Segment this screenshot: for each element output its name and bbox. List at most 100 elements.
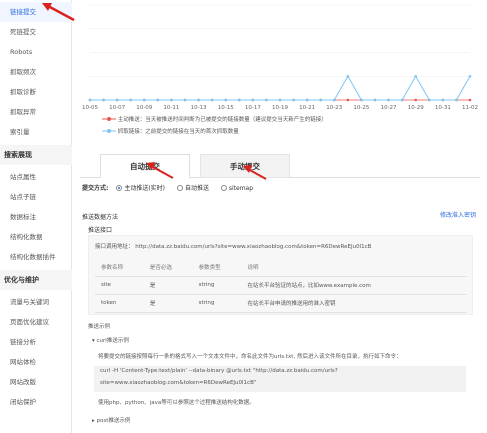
sidebar-item-structured-data[interactable]: 结构化数据 bbox=[0, 227, 72, 247]
data-point bbox=[278, 98, 282, 102]
data-point bbox=[251, 98, 255, 102]
api-url: 接口调用地址： http://data.zz.baidu.com/urls?si… bbox=[95, 244, 372, 250]
sidebar-item-site-revision[interactable]: 网站改版 bbox=[0, 372, 72, 392]
sidebar-item-structured-data-plugin[interactable]: 结构化数据插件 bbox=[0, 247, 72, 267]
legend-label-crawl: 抓取链接：之前提交的链接在当天的首次抓取数量 bbox=[117, 129, 239, 135]
legend-marker-blue bbox=[102, 129, 116, 133]
api-box: 接口调用地址： http://data.zz.baidu.com/urls?si… bbox=[88, 235, 473, 315]
table-cell: token bbox=[95, 294, 144, 313]
modify-key-link[interactable]: 修改准入密钥 bbox=[440, 210, 476, 219]
table-cell: 是 bbox=[143, 276, 193, 295]
legend-item-crawl: 抓取链接：之前提交的链接在当天的首次抓取数量 bbox=[102, 127, 239, 135]
legend-item-push: 主动推送：当天被推送时间判断为已被提交的链接数量（建议提交当天新产生的链接） bbox=[102, 115, 327, 123]
data-point bbox=[170, 98, 173, 102]
sidebar-item-dead-link[interactable]: 死链提交 bbox=[0, 22, 72, 42]
sidebar-item-crawl-frequency[interactable]: 抓取频次 bbox=[0, 62, 72, 82]
submit-mode-row: 提交方式: 主动推送(实时) 自动推送 sitemap bbox=[82, 183, 263, 197]
table-cell: string bbox=[192, 294, 242, 313]
x-tick-label: 10-31 bbox=[435, 105, 451, 111]
push-api-title: 推送接口 bbox=[88, 227, 113, 234]
sidebar-item-site-checkup[interactable]: 网站体检 bbox=[0, 352, 72, 372]
radio-icon bbox=[220, 185, 227, 191]
submit-mode-label: 提交方式: bbox=[82, 185, 109, 192]
data-point bbox=[102, 98, 105, 102]
table-row: token 是 string 在站长平台申请的推送用的准入密钥 bbox=[95, 294, 467, 313]
annotation-arrow bbox=[146, 162, 174, 179]
sidebar-item-site-close-protect[interactable]: 闭站保护 bbox=[0, 392, 72, 412]
data-point bbox=[156, 98, 160, 102]
data-point bbox=[400, 98, 404, 102]
data-point bbox=[129, 98, 133, 102]
series-line-1 bbox=[90, 75, 471, 101]
data-point bbox=[305, 98, 309, 102]
radio-icon bbox=[176, 185, 183, 191]
legend-label-push: 主动推送：当天被推送时间判断为已被提交的链接数量（建议提交当天新产生的链接） bbox=[117, 117, 327, 123]
sidebar-item-crawl-errors[interactable]: 抓取异常 bbox=[0, 102, 72, 122]
data-point bbox=[414, 74, 418, 78]
sidebar-group-search-display: 搜索展现 bbox=[0, 145, 72, 165]
data-point bbox=[142, 98, 146, 102]
example-note: 使用php、python、java等可以参照这个过程推送结构化数据。 bbox=[98, 400, 255, 406]
data-point bbox=[455, 98, 458, 102]
x-tick-label: 10-23 bbox=[326, 105, 342, 111]
radio-icon bbox=[116, 185, 123, 191]
x-tick-label: 10-21 bbox=[299, 105, 315, 111]
data-point bbox=[197, 98, 200, 102]
data-point bbox=[224, 98, 228, 102]
example-desc: 将要提交的链接按照每行一条的格式写入一个文本文件中，命名此文件为urls.txt… bbox=[98, 354, 402, 360]
data-point bbox=[346, 98, 350, 102]
data-point bbox=[265, 98, 268, 102]
table-header: 是否必选 bbox=[143, 258, 193, 277]
radio-active-push[interactable]: 主动推送(实时) bbox=[116, 185, 175, 192]
data-point bbox=[292, 98, 295, 102]
code-line-1: curl -H 'Content-Type:text/plain' --data… bbox=[100, 368, 338, 374]
sidebar-item-data-annotation[interactable]: 数据标注 bbox=[0, 207, 72, 227]
sidebar-item-site-properties[interactable]: 站点属性 bbox=[0, 167, 72, 187]
chart-svg: 10-05 10-07 10-09 10-11 10-13 10-15 10-17 10-19… bbox=[82, 4, 478, 111]
table-header: 参数类型 bbox=[192, 258, 242, 277]
x-tick-label: 10-11 bbox=[163, 105, 179, 111]
data-point bbox=[414, 98, 418, 102]
data-point bbox=[332, 98, 336, 102]
curl-example-toggle[interactable]: ▾ curl推送示例 bbox=[92, 336, 129, 344]
x-tick-label: 11-02 bbox=[462, 105, 478, 111]
x-tick-label: 10-09 bbox=[136, 105, 152, 111]
table-cell: 是 bbox=[143, 294, 193, 313]
data-point bbox=[427, 98, 431, 102]
sidebar-item-index-volume[interactable]: 索引量 bbox=[0, 122, 72, 142]
radio-auto-push[interactable]: 自动推送 bbox=[176, 185, 219, 192]
submit-tabs: 自动提交 手动提交 bbox=[80, 150, 480, 178]
legend-marker-red bbox=[102, 117, 116, 121]
sidebar-item-link-analysis[interactable]: 链接分析 bbox=[0, 332, 72, 352]
data-point bbox=[183, 98, 187, 102]
x-tick-label: 10-17 bbox=[245, 105, 261, 111]
data-point bbox=[441, 98, 445, 102]
example-title: 推送示例 bbox=[88, 324, 111, 330]
annotation-arrow bbox=[42, 3, 75, 22]
sidebar: 链接提交 死链提交 Robots 抓取频次 抓取诊断 抓取异常 索引量 搜索展现… bbox=[0, 0, 72, 433]
table-cell: string bbox=[192, 276, 242, 295]
x-tick-label: 10-25 bbox=[353, 105, 369, 111]
sidebar-item-sitelinks[interactable]: 站点子链 bbox=[0, 187, 72, 207]
table-cell: 在站长平台申请的推送用的准入密钥 bbox=[241, 294, 467, 313]
data-point bbox=[468, 74, 472, 78]
annotation-arrow bbox=[243, 165, 267, 180]
data-point bbox=[468, 98, 472, 102]
sidebar-item-page-suggestions[interactable]: 页面优化建议 bbox=[0, 312, 72, 332]
params-table: 参数名称 是否必选 参数类型 说明 site 是 string 在站长平台验证的… bbox=[95, 258, 467, 313]
x-tick-label: 10-07 bbox=[109, 105, 125, 111]
code-line-2: site=www.xiaozhaoblog.com&token=R6DewReE… bbox=[100, 380, 257, 386]
table-header: 说明 bbox=[241, 258, 467, 277]
sidebar-item-robots[interactable]: Robots bbox=[0, 42, 72, 62]
table-cell: site bbox=[95, 276, 144, 295]
sidebar-item-crawl-diagnosis[interactable]: 抓取诊断 bbox=[0, 82, 72, 102]
data-point bbox=[373, 98, 377, 102]
table-header: 参数名称 bbox=[95, 258, 144, 277]
data-point bbox=[210, 98, 214, 102]
sidebar-item-traffic-keywords[interactable]: 流量与关键词 bbox=[0, 292, 72, 312]
x-tick-label: 10-19 bbox=[272, 105, 288, 111]
radio-sitemap[interactable]: sitemap bbox=[220, 185, 263, 192]
sidebar-group-optimize: 优化与维护 bbox=[0, 270, 72, 290]
link-chart: 10-05 10-07 10-09 10-11 10-13 10-15 10-17 10-19… bbox=[80, 0, 480, 145]
post-example-toggle[interactable]: ▸ post推送示例 bbox=[92, 416, 130, 424]
